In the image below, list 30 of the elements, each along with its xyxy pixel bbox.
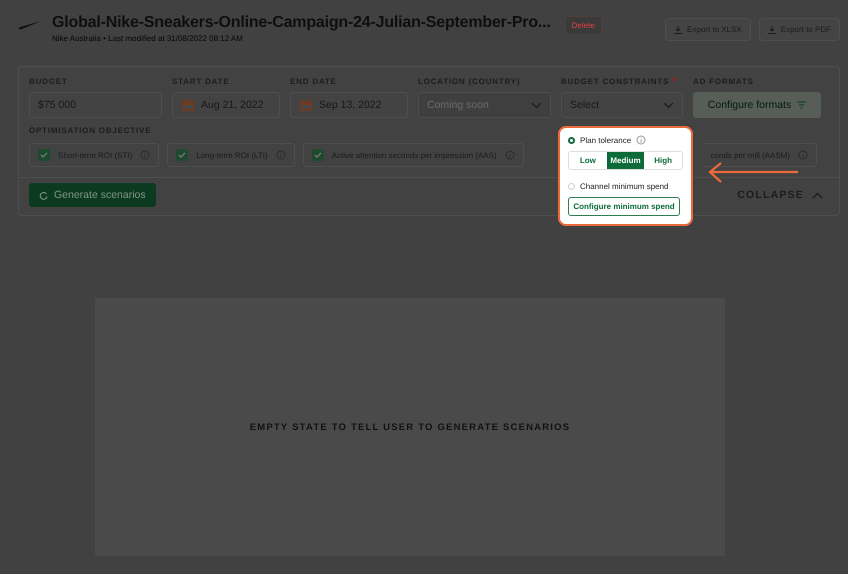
option-label: Plan tolerance: [580, 136, 632, 144]
check-icon: [314, 152, 322, 158]
check-icon: [40, 152, 48, 158]
info-icon: [276, 150, 286, 160]
check-icon: [178, 152, 186, 158]
required-icon: [671, 77, 676, 82]
info-icon: [504, 150, 515, 160]
info-icon: [798, 150, 808, 160]
option-label: Channel minimum spend: [580, 182, 668, 191]
chevron-icon: [812, 192, 823, 198]
configure-button[interactable]: Configure minimum spend: [568, 197, 680, 216]
download-icon: [674, 26, 682, 34]
delete-button[interactable]: Delete: [564, 16, 602, 35]
download-icon: [768, 26, 776, 34]
calendar-icon: [299, 98, 313, 112]
chevron-icon: [531, 102, 542, 108]
generate-button[interactable]: Generate scenarios: [29, 183, 156, 207]
filter-icon: [797, 101, 806, 109]
radio-button[interactable]: [568, 136, 575, 144]
refresh-icon: [39, 190, 48, 200]
arrow-icon: [707, 162, 799, 184]
segment-tab[interactable]: Medium: [606, 152, 644, 169]
chevron-icon: [663, 102, 674, 108]
campaign-subtitle: Nike Australia • Last modified at 31/08/2022 08:12 AM: [52, 34, 244, 43]
calendar-icon: [181, 98, 195, 112]
swoosh-logo: [18, 20, 42, 30]
configure-button[interactable]: Configure formats: [693, 92, 821, 118]
info-icon: [140, 150, 150, 160]
empty-state-text: EMPTY STATE TO TELL USER TO GENERATE SCENARIOS: [250, 422, 570, 432]
info-icon: [636, 135, 646, 145]
